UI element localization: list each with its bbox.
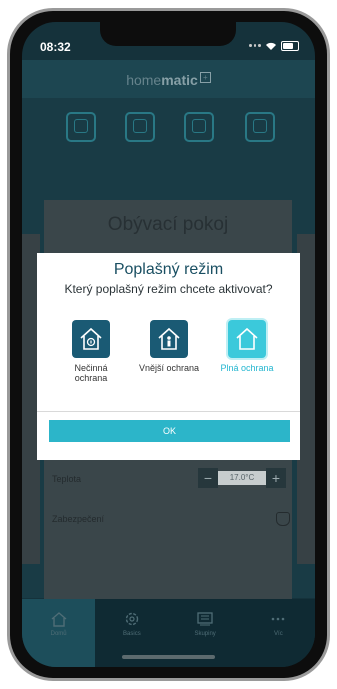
dialog-divider xyxy=(37,411,300,412)
tab-home[interactable]: Domů xyxy=(22,599,96,667)
mode-external-protection[interactable]: Vnější ochrana xyxy=(136,320,202,373)
gear-icon xyxy=(125,612,139,626)
wifi-icon xyxy=(266,42,276,50)
screen: 08:32 homematic + Obývací pokoj Teplota −… xyxy=(22,22,315,667)
alarm-mode-dialog: Poplašný režim Který poplašný režim chce… xyxy=(37,253,300,460)
house-idle-icon xyxy=(72,320,110,358)
tab-home-label: Domů xyxy=(50,631,67,637)
notch xyxy=(100,22,236,46)
mode-full-label: Plná ochrana xyxy=(220,363,274,373)
house-person-icon xyxy=(150,320,188,358)
battery-icon xyxy=(281,41,299,51)
dialog-question: Který poplašný režim chcete aktivovat? xyxy=(64,282,273,296)
mode-external-label: Vnější ochrana xyxy=(138,363,200,373)
ok-button[interactable]: OK xyxy=(49,420,290,442)
mode-idle-protection[interactable]: Nečinná ochrana xyxy=(58,320,124,383)
signal-icon xyxy=(249,44,262,48)
mode-full-protection[interactable]: Plná ochrana xyxy=(214,320,280,373)
home-icon xyxy=(51,612,67,627)
status-time: 08:32 xyxy=(40,40,71,54)
list-icon xyxy=(197,612,213,626)
dialog-title: Poplašný režim xyxy=(113,261,224,278)
home-indicator[interactable] xyxy=(122,655,215,659)
house-full-icon xyxy=(228,320,266,358)
tab-basics-label: Basics xyxy=(123,631,141,637)
mode-idle-label: Nečinná ochrana xyxy=(74,363,108,383)
tab-more-label: Víc xyxy=(274,631,283,637)
more-icon xyxy=(272,617,285,621)
tab-more[interactable]: Víc xyxy=(242,599,315,667)
tab-groups-label: Skupiny xyxy=(194,631,216,637)
status-icons xyxy=(249,41,299,51)
